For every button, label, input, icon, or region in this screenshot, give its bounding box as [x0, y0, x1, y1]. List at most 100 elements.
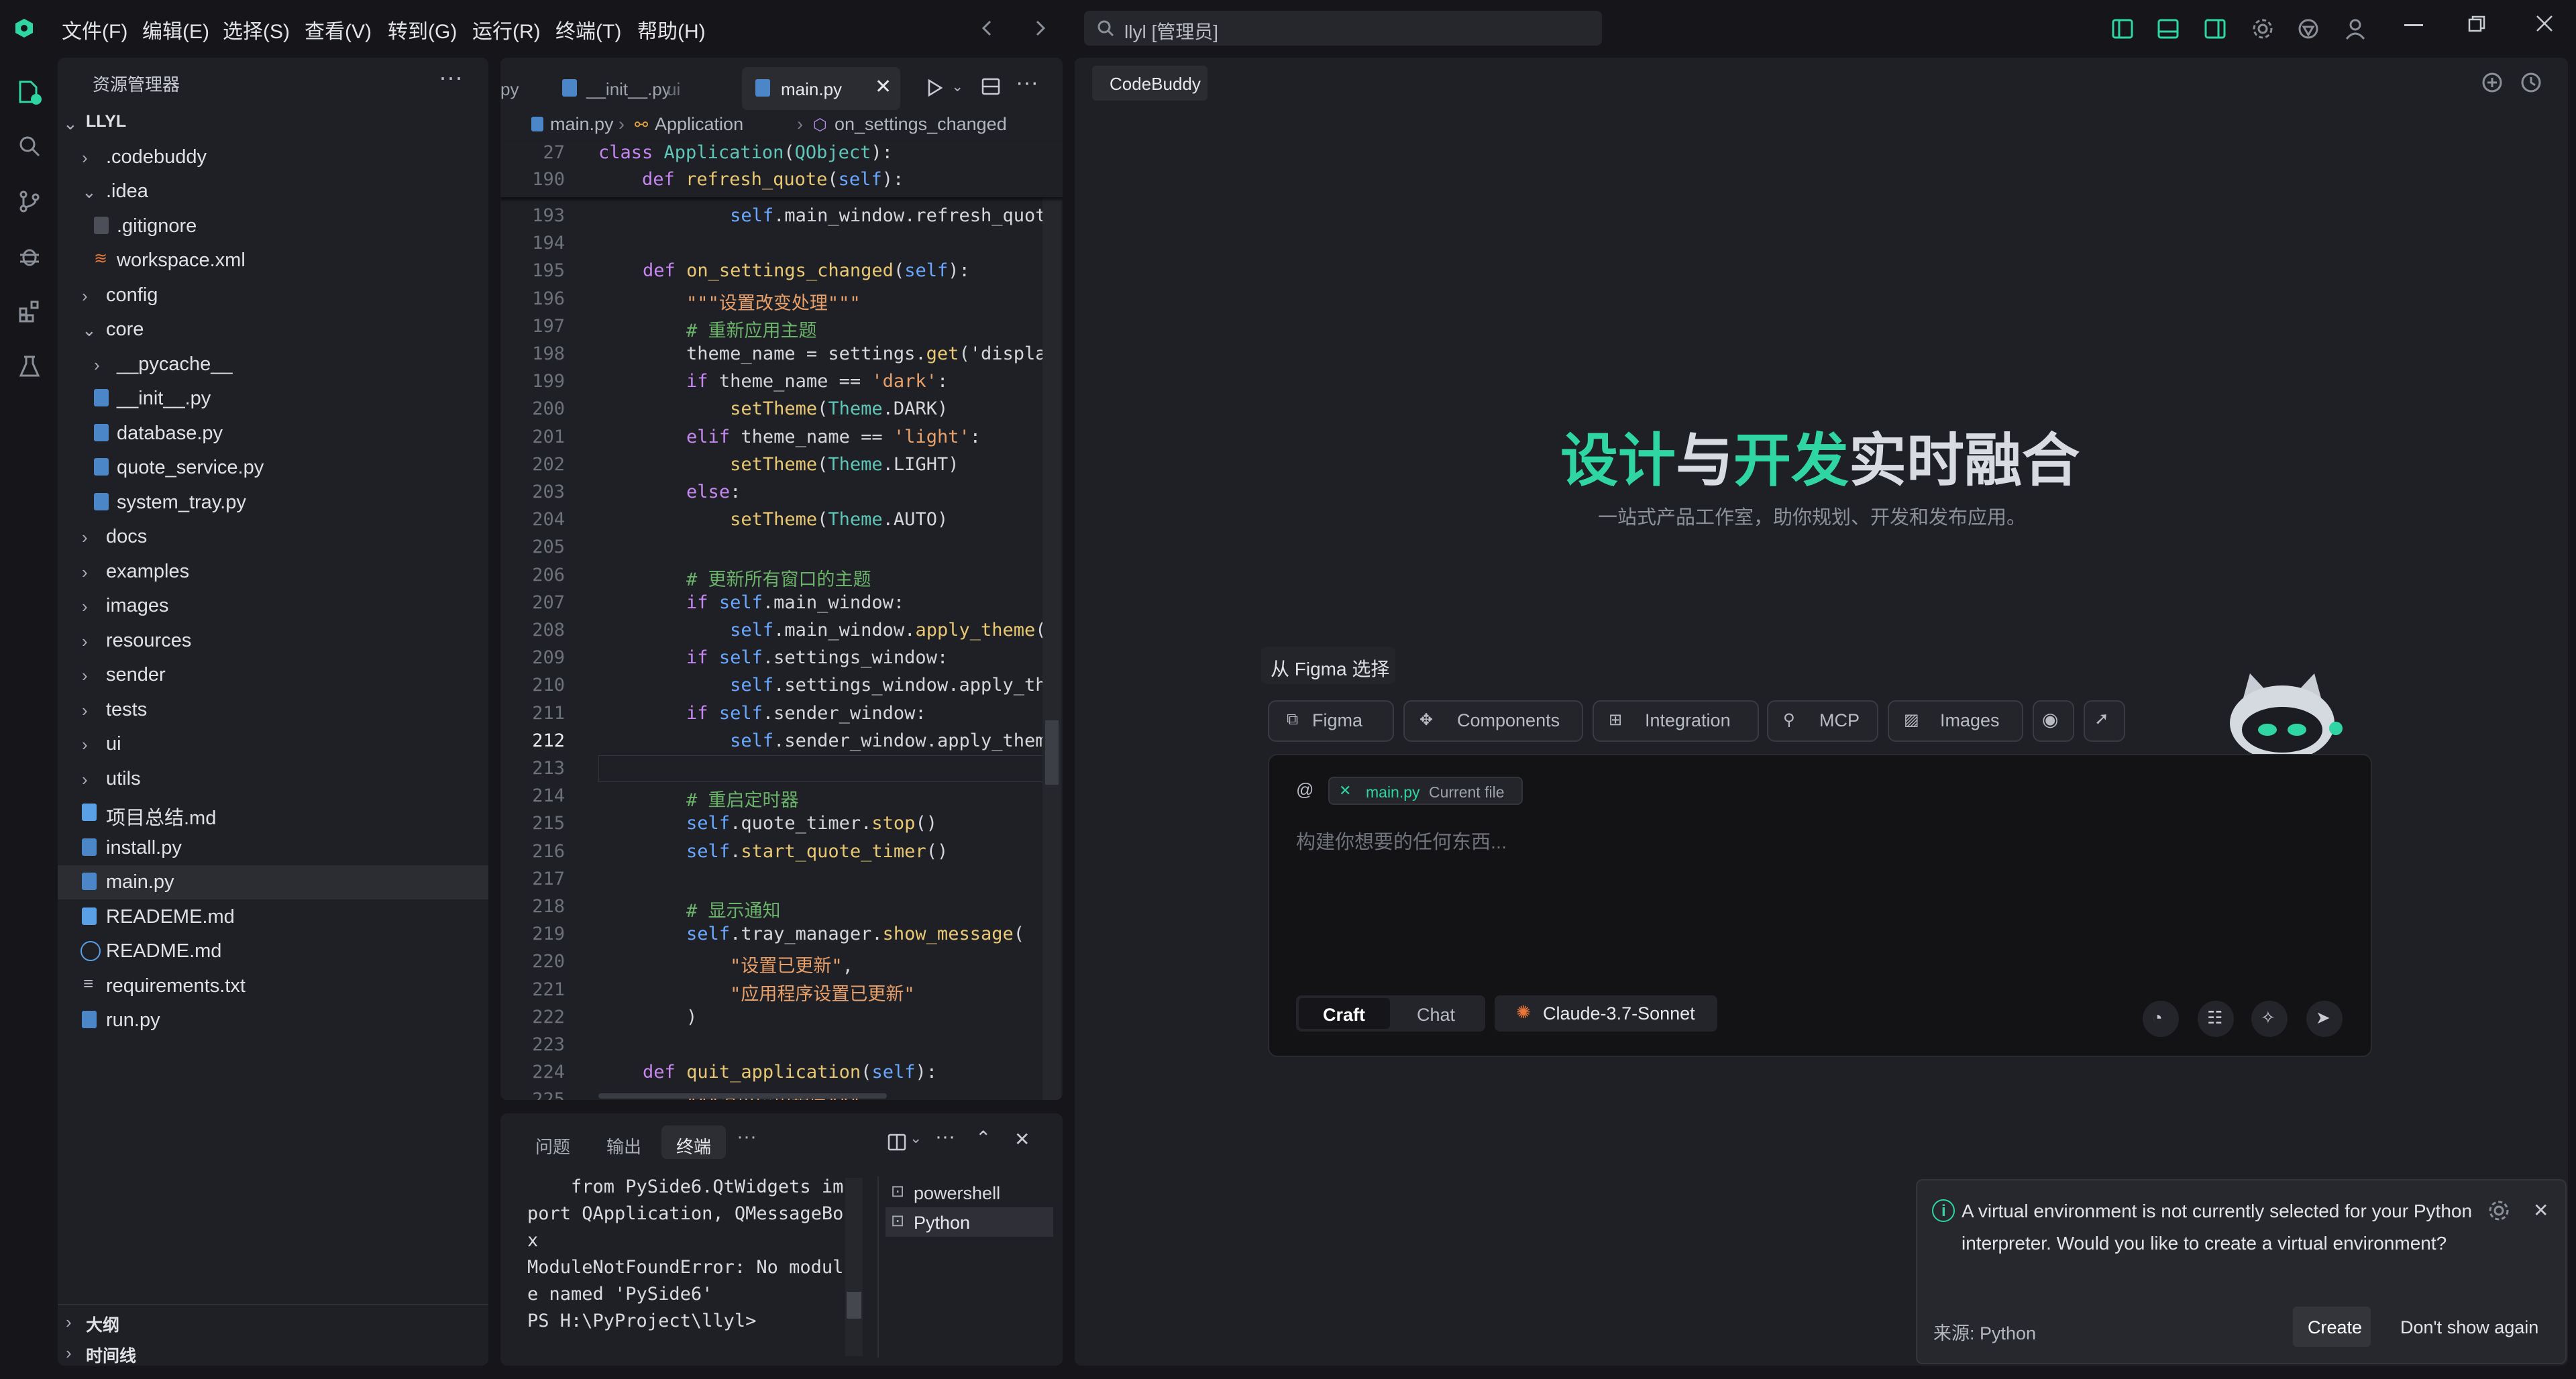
tree-file-reademe[interactable]: READEME.md	[58, 900, 488, 934]
code-line[interactable]: 202 setTheme(Theme.LIGHT)	[500, 454, 1063, 482]
code-line[interactable]: 209 if self.settings_window:	[500, 647, 1063, 675]
editor-scrollbar[interactable]	[1042, 141, 1061, 1100]
run-dropdown-chevron-icon[interactable]: ⌄	[951, 78, 963, 95]
nav-forward-icon[interactable]	[1029, 17, 1051, 39]
enhance-prompt-button[interactable]: ✧	[2251, 1001, 2288, 1037]
code-line[interactable]: 194	[500, 233, 1063, 260]
tree-folder-sender[interactable]: › sender	[58, 658, 488, 692]
code-line[interactable]: 221 "应用程序设置已更新"	[500, 979, 1063, 1007]
testing-flask-icon[interactable]	[17, 354, 42, 382]
menu-run[interactable]: 运行(R)	[472, 15, 541, 44]
figma-select-tooltip[interactable]: 从 Figma 选择	[1261, 647, 1395, 684]
code-line[interactable]: 217	[500, 869, 1063, 896]
breadcrumb-file[interactable]: main.py	[550, 114, 614, 135]
notification-close-icon[interactable]: ✕	[2533, 1199, 2548, 1221]
code-line[interactable]: 215 self.quote_timer.stop()	[500, 813, 1063, 840]
search-view-icon[interactable]	[17, 134, 42, 162]
code-line[interactable]: 193 self.main_window.refresh_quote	[500, 205, 1063, 233]
explorer-icon[interactable]	[16, 79, 43, 109]
tree-file-system-tray[interactable]: system_tray.py	[58, 486, 488, 520]
sticky-line[interactable]: 27 class Application(QObject):	[500, 142, 1063, 170]
tree-file-database[interactable]: database.py	[58, 417, 488, 451]
tree-file-readme[interactable]: README.md	[58, 934, 488, 969]
code-line[interactable]: 205	[500, 537, 1063, 564]
code-line[interactable]: 220 "设置已更新",	[500, 951, 1063, 979]
panel-more-icon[interactable]: ···	[737, 1125, 757, 1148]
chip-figma[interactable]: ⧉ Figma	[1268, 700, 1394, 742]
code-line[interactable]: 198 theme_name = settings.get('display	[500, 343, 1063, 371]
tree-file-gitignore[interactable]: .gitignore	[58, 209, 488, 243]
tree-file-summary-md[interactable]: 项目总结.md	[58, 796, 488, 830]
breadcrumb-method[interactable]: on_settings_changed	[835, 114, 1007, 135]
code-line[interactable]: 224 def quit_application(self):	[500, 1062, 1063, 1089]
chip-integration[interactable]: ⊞ Integration	[1593, 700, 1759, 742]
tab-main-py[interactable]: main.py ✕	[742, 67, 900, 110]
code-line[interactable]: 195 def on_settings_changed(self):	[500, 260, 1063, 288]
tree-file-core-init[interactable]: __init__.py	[58, 382, 488, 416]
tree-folder-docs[interactable]: › docs	[58, 520, 488, 554]
code-line[interactable]: 204 setTheme(Theme.AUTO)	[500, 509, 1063, 537]
chip-mcp[interactable]: ⚲ MCP	[1767, 700, 1878, 742]
chip-images[interactable]: ▨ Images	[1888, 700, 2023, 742]
tree-file-main[interactable]: main.py	[58, 865, 488, 899]
tree-folder-ui[interactable]: › ui	[58, 727, 488, 761]
new-chat-icon[interactable]	[2481, 71, 2504, 97]
code-area[interactable]: 193 self.main_window.refresh_quote 194 195…	[500, 205, 1063, 1100]
restore-icon[interactable]	[2467, 15, 2486, 37]
tree-folder-core[interactable]: ⌄ core	[58, 313, 488, 347]
tree-folder-examples[interactable]: › examples	[58, 555, 488, 589]
nav-back-icon[interactable]	[977, 17, 998, 39]
scrollbar-thumb[interactable]	[1045, 720, 1059, 785]
menu-help[interactable]: 帮助(H)	[637, 15, 706, 44]
tab-terminal[interactable]: 终端	[661, 1125, 726, 1159]
dont-show-again-button[interactable]: Don't show again	[2391, 1307, 2552, 1347]
code-line[interactable]: 216 self.start_quote_timer()	[500, 841, 1063, 869]
tree-file-run[interactable]: run.py	[58, 1003, 488, 1038]
tree-folder-idea[interactable]: ⌄ .idea	[58, 174, 488, 209]
tree-file-quote-service[interactable]: quote_service.py	[58, 451, 488, 485]
run-debug-icon[interactable]	[17, 244, 42, 272]
code-line[interactable]: 210 self.settings_window.apply_the	[500, 675, 1063, 702]
source-control-icon[interactable]	[17, 189, 42, 217]
menu-selection[interactable]: 选择(S)	[223, 15, 290, 44]
terminal-dropdown-chevron-icon[interactable]: ⌄	[910, 1129, 922, 1147]
scrollbar-thumb[interactable]	[847, 1292, 861, 1319]
menu-go[interactable]: 转到(G)	[388, 15, 457, 44]
tree-folder-config[interactable]: › config	[58, 278, 488, 313]
tree-folder-pycache[interactable]: › __pycache__	[58, 347, 488, 382]
model-selector[interactable]: ✺ Claude-3.7-Sonnet	[1495, 995, 1717, 1032]
code-line[interactable]: 211 if self.sender_window:	[500, 703, 1063, 730]
breadcrumb-class[interactable]: Application	[655, 114, 743, 135]
code-line[interactable]: 201 elif theme_name == 'light':	[500, 427, 1063, 454]
tree-file-requirements[interactable]: ≡ requirements.txt	[58, 969, 488, 1003]
tree-root[interactable]: ⌄ LLYL	[58, 106, 488, 140]
menu-file[interactable]: 文件(F)	[62, 15, 127, 44]
code-line[interactable]: 207 if self.main_window:	[500, 592, 1063, 620]
explorer-more-icon[interactable]: ···	[439, 63, 463, 91]
tab-close-icon[interactable]: ✕	[875, 75, 892, 99]
code-line[interactable]: 197 # 重新应用主题	[500, 316, 1063, 343]
tree-folder-resources[interactable]: › resources	[58, 624, 488, 658]
code-line[interactable]: 208 self.main_window.apply_theme()	[500, 620, 1063, 647]
code-line[interactable]: 219 self.tray_manager.show_message(	[500, 924, 1063, 951]
account-icon[interactable]	[2344, 17, 2367, 44]
timeline-section[interactable]: › 时间线	[58, 1339, 488, 1366]
terminal-more-icon[interactable]: ···	[935, 1125, 955, 1148]
tab-init-py[interactable]: __init__.py ui	[554, 67, 715, 110]
tree-file-workspace-xml[interactable]: ≋ workspace.xml	[58, 243, 488, 278]
toggle-panel-icon[interactable]	[2157, 19, 2179, 42]
code-line[interactable]: 213	[500, 758, 1063, 785]
code-line[interactable]: 199 if theme_name == 'dark':	[500, 371, 1063, 398]
split-editor-icon[interactable]	[981, 76, 1001, 100]
editor-more-icon[interactable]: ···	[1016, 70, 1038, 96]
toggle-secondary-sidebar-icon[interactable]	[2204, 19, 2226, 42]
mode-craft[interactable]: Craft	[1299, 998, 1390, 1029]
tree-file-install[interactable]: install.py	[58, 831, 488, 865]
deploy-rocket-button[interactable]: ➚	[2084, 700, 2125, 742]
remove-file-icon[interactable]: ✕	[1339, 782, 1351, 799]
tree-folder-tests[interactable]: › tests	[58, 693, 488, 727]
split-terminal-icon[interactable]	[887, 1132, 907, 1156]
code-line[interactable]: 196 """设置改变处理"""	[500, 288, 1063, 316]
tree-folder-images[interactable]: › images	[58, 589, 488, 623]
preview-eye-button[interactable]: ◉	[2033, 700, 2074, 742]
